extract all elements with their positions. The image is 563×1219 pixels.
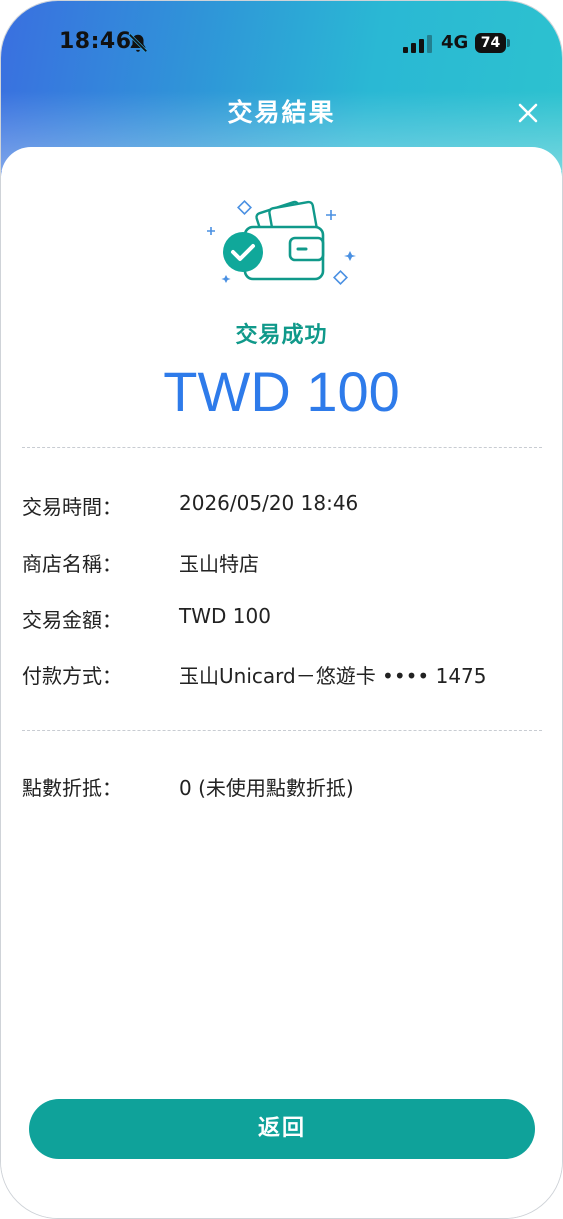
return-button[interactable]: 返回: [29, 1099, 535, 1159]
detail-value: 玉山Unicard－悠遊卡 •••• 1475: [179, 664, 487, 688]
divider-top: [22, 447, 542, 448]
detail-row-time: 交易時間： 2026/05/20 18:46: [22, 491, 542, 521]
page-title: 交易結果: [227, 98, 336, 127]
detail-label: 交易金額：: [22, 608, 122, 632]
divider-bottom: [22, 730, 542, 731]
detail-value: 0 (未使用點數折抵): [179, 776, 354, 800]
bell-slash-icon: [128, 33, 148, 53]
status-time: 18:46: [59, 29, 132, 54]
close-icon[interactable]: [513, 98, 543, 128]
detail-value: 玉山特店: [179, 552, 259, 576]
battery-indicator: 74: [475, 33, 510, 53]
transaction-status: 交易成功: [235, 323, 328, 348]
battery-level: 74: [475, 33, 506, 53]
detail-label: 點數折抵：: [22, 776, 122, 800]
transaction-amount: TWD 100: [163, 360, 400, 423]
phone-frame: 18:46 4G 74 交易結果 交易成功 TWD 100 交易時間： 2026…: [0, 0, 563, 1219]
status-bar: 18:46 4G 74: [1, 1, 562, 87]
detail-row-amount: 交易金額： TWD 100: [22, 604, 542, 634]
battery-cap: [507, 39, 510, 47]
wallet-success-icon: [207, 200, 356, 285]
detail-label: 交易時間：: [22, 495, 122, 519]
detail-row-store: 商店名稱： 玉山特店: [22, 548, 542, 578]
detail-row-points: 點數折抵： 0 (未使用點數折抵): [22, 772, 542, 802]
detail-value: TWD 100: [179, 604, 271, 628]
network-label: 4G: [441, 32, 469, 53]
detail-label: 付款方式：: [22, 664, 122, 688]
detail-row-payment: 付款方式： 玉山Unicard－悠遊卡 •••• 1475: [22, 660, 542, 690]
signal-icon: [403, 35, 432, 53]
detail-value: 2026/05/20 18:46: [179, 491, 359, 515]
detail-label: 商店名稱：: [22, 552, 122, 576]
